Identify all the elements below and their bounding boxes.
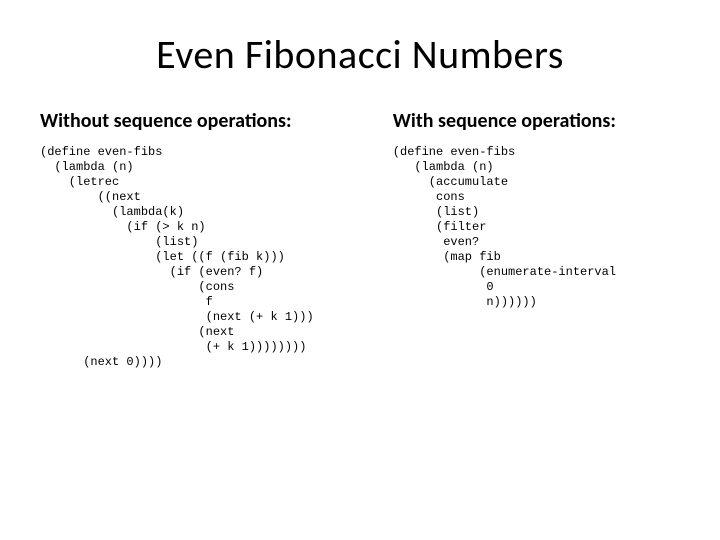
slide: Even Fibonacci Numbers Without sequence … bbox=[0, 0, 720, 540]
left-code-block: (define even-fibs (lambda (n) (letrec ((… bbox=[40, 145, 373, 370]
left-subheader: Without sequence operations: bbox=[40, 109, 373, 133]
left-column: Without sequence operations: (define eve… bbox=[40, 109, 373, 370]
content-columns: Without sequence operations: (define eve… bbox=[40, 109, 680, 370]
slide-title: Even Fibonacci Numbers bbox=[40, 30, 680, 79]
right-subheader: With sequence operations: bbox=[393, 109, 700, 133]
right-code-block: (define even-fibs (lambda (n) (accumulat… bbox=[393, 145, 700, 310]
right-column: With sequence operations: (define even-f… bbox=[393, 109, 700, 370]
